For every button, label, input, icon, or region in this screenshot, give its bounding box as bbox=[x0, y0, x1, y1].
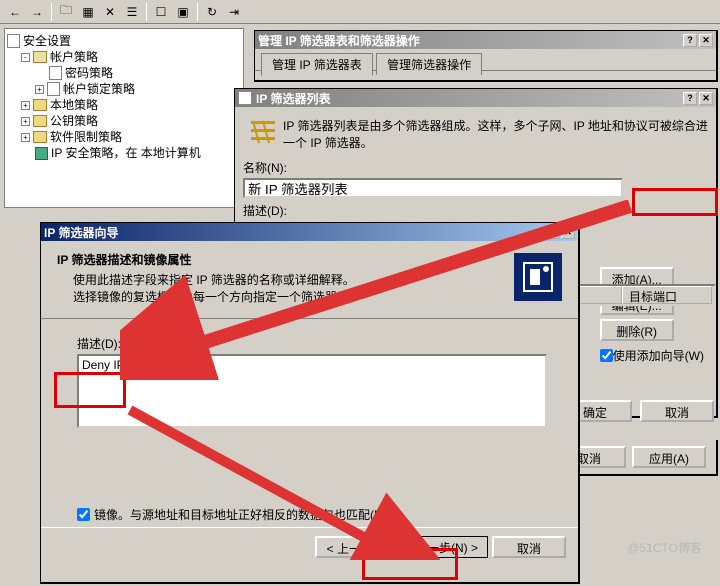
watermark: @51CTO博客 bbox=[627, 539, 702, 556]
help-button[interactable]: ? bbox=[545, 226, 559, 239]
wizard-titlebar: IP 筛选器向导 ? ✕ bbox=[41, 223, 578, 241]
file-icon bbox=[47, 82, 60, 96]
filter-list-titlebar: IP 筛选器列表 ? ✕ bbox=[235, 89, 716, 107]
expand-icon[interactable]: + bbox=[21, 101, 30, 110]
filter-list-desc: IP 筛选器列表是由多个筛选器组成。这样，多个子网、IP 地址和协议可被综合进一… bbox=[283, 117, 708, 151]
wizard-head-line2: 选择镜像的复选框来为每一个方向指定一个筛选器 bbox=[57, 288, 504, 305]
close-button[interactable]: ✕ bbox=[699, 34, 713, 47]
manage-window: 管理 IP 筛选器表和筛选器操作 ? ✕ 管理 IP 筛选器表 管理筛选器操作 bbox=[254, 30, 718, 82]
filter-list-title: IP 筛选器列表 bbox=[256, 90, 330, 107]
expand-icon[interactable]: + bbox=[21, 133, 30, 142]
col-dst[interactable]: 目标端口 bbox=[622, 286, 712, 304]
ipsec-icon bbox=[35, 147, 48, 160]
wizard-title: IP 筛选器向导 bbox=[44, 224, 118, 241]
next-button[interactable]: 下一步(N) > bbox=[405, 536, 488, 558]
cancel-button[interactable]: 取消 bbox=[492, 536, 566, 558]
file-icon bbox=[7, 34, 20, 48]
tree-lockout[interactable]: 帐户锁定策略 bbox=[63, 81, 135, 97]
expand-icon[interactable]: + bbox=[35, 85, 44, 94]
wizard-dialog: IP 筛选器向导 ? ✕ IP 筛选器描述和镜像属性 使用此描述字段来指定 IP… bbox=[40, 222, 580, 584]
remove-button[interactable]: 删除(R) bbox=[600, 319, 674, 341]
wizard-desc-input[interactable]: Deny IP bbox=[77, 354, 547, 428]
expand-icon[interactable]: + bbox=[21, 117, 30, 126]
folder-icon bbox=[33, 115, 47, 127]
use-wizard-input[interactable] bbox=[600, 349, 613, 362]
tab-filter-action[interactable]: 管理筛选器操作 bbox=[376, 53, 482, 75]
tree-local[interactable]: 本地策略 bbox=[50, 97, 98, 113]
close-button[interactable]: ✕ bbox=[699, 92, 713, 105]
wizard-header: IP 筛选器描述和镜像属性 使用此描述字段来指定 IP 筛选器的名称或详细解释。… bbox=[41, 241, 578, 319]
close-button[interactable]: ✕ bbox=[561, 226, 575, 239]
desc-label: 描述(D): bbox=[243, 202, 708, 219]
tool-icon[interactable]: ⇥ bbox=[224, 2, 244, 22]
file-icon bbox=[49, 66, 62, 80]
up-icon[interactable]: 🗀 bbox=[56, 2, 76, 22]
manage-title: 管理 IP 筛选器表和筛选器操作 bbox=[258, 32, 420, 49]
tree-account[interactable]: 帐户策略 bbox=[50, 49, 98, 65]
back-button[interactable]: ← bbox=[5, 2, 25, 22]
dialog-icon bbox=[238, 91, 252, 105]
folder-icon bbox=[33, 99, 47, 111]
tool-icon[interactable]: ✕ bbox=[100, 2, 120, 22]
folder-icon bbox=[33, 51, 47, 63]
wizard-head-bold: IP 筛选器描述和镜像属性 bbox=[57, 251, 504, 268]
tree-password[interactable]: 密码策略 bbox=[65, 65, 113, 81]
wizard-body: 描述(D): Deny IP 镜像。与源地址和目标地址正好相反的数据包也匹配(M… bbox=[41, 319, 578, 527]
filter-icon bbox=[249, 117, 277, 145]
tree-root[interactable]: 安全设置 bbox=[23, 33, 71, 49]
mirror-checkbox[interactable]: 镜像。与源地址和目标地址正好相反的数据包也匹配(M)。 bbox=[77, 506, 558, 523]
wizard-banner-icon bbox=[514, 253, 562, 301]
security-tree[interactable]: 安全设置 - 帐户策略 密码策略 + 帐户锁定策略 + 本地策略 + 公钥策略 + 软件限… bbox=[4, 28, 244, 208]
tree-software[interactable]: 软件限制策略 bbox=[50, 129, 122, 145]
name-input[interactable] bbox=[243, 178, 623, 198]
help-button[interactable]: ? bbox=[683, 34, 697, 47]
tool-icon[interactable]: ☐ bbox=[151, 2, 171, 22]
tool-icon[interactable]: ↻ bbox=[202, 2, 222, 22]
manage-tabs: 管理 IP 筛选器表 管理筛选器操作 bbox=[255, 49, 716, 71]
tree-ipsec[interactable]: IP 安全策略，在 本地计算机 bbox=[51, 145, 201, 161]
help-button[interactable]: ? bbox=[683, 92, 697, 105]
collapse-icon[interactable]: - bbox=[21, 53, 30, 62]
tool-icon[interactable]: ▦ bbox=[78, 2, 98, 22]
back-button[interactable]: < 上一步(B) bbox=[315, 536, 401, 558]
forward-button[interactable]: → bbox=[27, 2, 47, 22]
wizard-head-line1: 使用此描述字段来指定 IP 筛选器的名称或详细解释。 bbox=[57, 271, 504, 288]
name-label: 名称(N): bbox=[243, 159, 708, 176]
wizard-desc-label: 描述(D): bbox=[77, 335, 558, 352]
wizard-footer: < 上一步(B) 下一步(N) > 取消 bbox=[41, 527, 578, 566]
main-toolbar: ← → 🗀 ▦ ✕ ☰ ☐ ▣ ↻ ⇥ bbox=[0, 0, 720, 24]
tab-filter-list[interactable]: 管理 IP 筛选器表 bbox=[261, 53, 373, 76]
use-wizard-checkbox[interactable]: 使用添加向导(W) bbox=[600, 347, 704, 364]
props-apply[interactable]: 应用(A) bbox=[632, 446, 706, 468]
filter-cancel-button[interactable]: 取消 bbox=[640, 400, 714, 422]
folder-icon bbox=[33, 131, 47, 143]
tree-pubkey[interactable]: 公钥策略 bbox=[50, 113, 98, 129]
tool-icon[interactable]: ☰ bbox=[122, 2, 142, 22]
manage-titlebar: 管理 IP 筛选器表和筛选器操作 ? ✕ bbox=[255, 31, 716, 49]
mirror-input[interactable] bbox=[77, 508, 90, 521]
tool-icon[interactable]: ▣ bbox=[173, 2, 193, 22]
